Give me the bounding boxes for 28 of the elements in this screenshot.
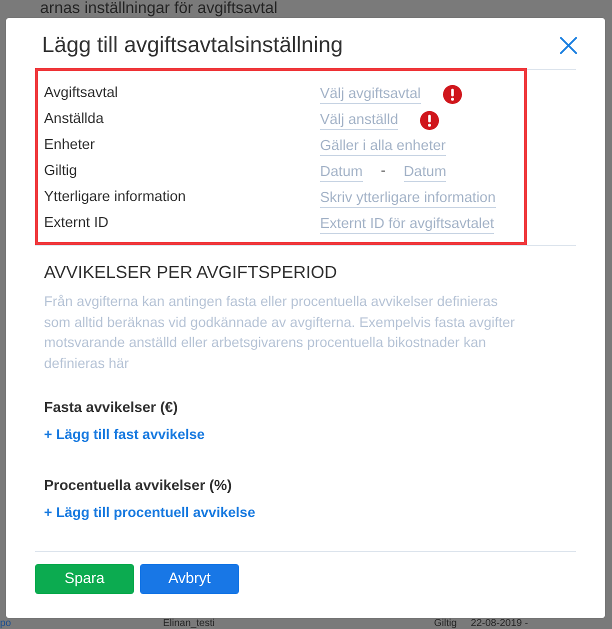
field-label: Anställda <box>44 110 105 130</box>
close-icon[interactable] <box>560 36 577 54</box>
input-field[interactable]: Välj anställd <box>320 110 398 130</box>
add-link[interactable]: + Lägg till procentuell avvikelse <box>44 502 256 522</box>
row-date: 22-08-2019 - <box>470 618 528 629</box>
cancel-button[interactable]: Avbryt <box>140 564 239 594</box>
row-label: Giltig <box>434 618 457 629</box>
date-field[interactable]: Datum <box>320 162 363 182</box>
input-field[interactable]: Skriv ytterligare information <box>320 188 496 208</box>
input-field[interactable]: Välj avgiftsavtal <box>320 84 421 104</box>
group-title: Fasta avvikelser (€) <box>44 398 178 418</box>
field-label: Externt ID <box>44 214 110 234</box>
field-label: Avgiftsavtal <box>44 84 119 104</box>
section-description: Från avgifterna kan antingen fasta eller procentuella avvikelser definieras som alltid beräknas vid godkännade av avgifterna. Exempelvis fasta avgifter motsvarande anställd eller arbetsgivarens procentuella bikostnader kan definieras här <box>44 292 516 374</box>
section-heading: AVVIKELSER PER AVGIFTSPERIOD <box>44 261 338 283</box>
input-field[interactable]: Externt ID för avgiftsavtalet <box>320 214 494 234</box>
field-label: Giltig <box>44 162 78 182</box>
dialog-title: Lägg till avgiftsavtalsinställning <box>42 31 343 59</box>
row-name: Elinan_testi <box>163 618 215 629</box>
field-label: Ytterligare information <box>44 188 187 208</box>
range-separator: - <box>380 162 386 182</box>
field-label: Enheter <box>44 136 96 156</box>
save-button[interactable]: Spara <box>35 564 134 594</box>
input-field[interactable]: Gäller i alla enheter <box>320 136 446 156</box>
date-field[interactable]: Datum <box>404 162 446 182</box>
add-link[interactable]: + Lägg till fast avvikelse <box>44 424 205 444</box>
group-title: Procentuella avvikelser (%) <box>44 476 232 496</box>
page-heading: arnas inställningar för avgiftsavtal <box>39 0 278 18</box>
